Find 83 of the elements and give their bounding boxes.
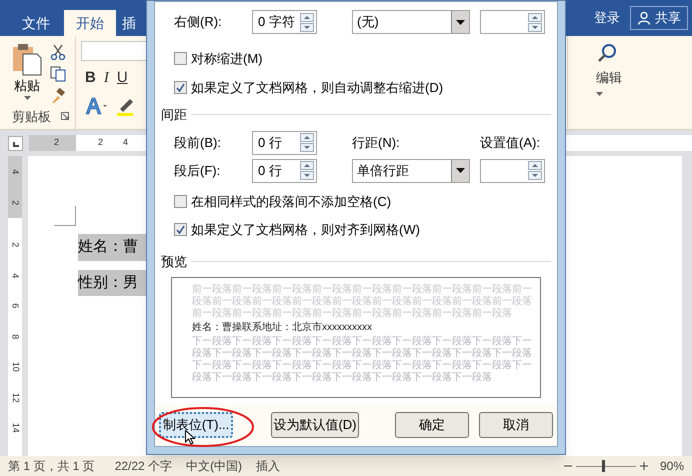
field-label: 段前(B): bbox=[174, 134, 222, 152]
language-label: 中文(中国) bbox=[186, 458, 242, 475]
preview-text: 前一段落前一段落前一段落前一段落前一段落前一段落前一段落前一段落前一段落前一段落前一段落前一段落前一段落前一段落前一段落前一段落前一段落前一段落前一段落前一段落前一段落前一段落前一段落前一段落前一段落 bbox=[192, 284, 533, 320]
ruler-number: 2 bbox=[54, 136, 59, 150]
field-label: 设置值(A): bbox=[480, 134, 540, 152]
field-label: 右侧(R): bbox=[174, 13, 223, 32]
ribbon-tab[interactable]: 开始 bbox=[64, 10, 116, 36]
format-button[interactable]: U bbox=[116, 67, 128, 90]
checkbox-label: 在相同样式的段落间不添加空格(C) bbox=[191, 192, 392, 211]
ribbon-tab[interactable]: 文件 bbox=[10, 10, 62, 36]
zoom-level[interactable]: 90% bbox=[660, 457, 684, 475]
checkbox[interactable] bbox=[174, 194, 187, 208]
dialog-button[interactable]: 确定 bbox=[394, 412, 469, 438]
caret-icon bbox=[596, 92, 603, 96]
dialog-launcher-icon[interactable] bbox=[61, 112, 69, 120]
dialog-button[interactable]: 设为默认值(D) bbox=[271, 412, 359, 438]
spin-field[interactable]: 0 行 bbox=[252, 158, 317, 182]
scissors-icon[interactable] bbox=[50, 44, 66, 60]
ruler-number: 2 bbox=[98, 136, 104, 150]
spin-up-icon[interactable] bbox=[300, 133, 314, 142]
ruler-number: 6 bbox=[10, 303, 22, 308]
checkbox-label: 如果定义了文档网格，则自动调整右缩进(D) bbox=[191, 78, 444, 97]
spin-down-icon[interactable] bbox=[300, 22, 314, 32]
search-icon[interactable] bbox=[596, 42, 618, 64]
field-label: 段后(F): bbox=[174, 162, 222, 180]
spin-up-icon[interactable] bbox=[300, 161, 314, 170]
dialog-button[interactable]: 取消 bbox=[478, 412, 553, 438]
group-label: 剪贴板 bbox=[12, 108, 51, 126]
ruler-number: 2 bbox=[10, 200, 22, 205]
format-button[interactable]: I bbox=[104, 67, 109, 90]
dialog-button[interactable]: 制表位(T)... bbox=[159, 412, 234, 438]
word-count: 22/22 个字 bbox=[114, 458, 172, 475]
checkbox[interactable] bbox=[174, 223, 187, 236]
ruler-number: 2 bbox=[10, 242, 22, 248]
spin-field[interactable]: 0 行 bbox=[252, 130, 317, 154]
caret-icon bbox=[24, 96, 30, 100]
spin-up-icon[interactable] bbox=[528, 12, 542, 22]
paste-button[interactable]: 粘贴 bbox=[12, 42, 42, 104]
spin-field[interactable]: 0 字符 bbox=[252, 10, 317, 34]
format-button[interactable]: B bbox=[85, 67, 96, 90]
dropdown[interactable]: 单倍行距 bbox=[352, 158, 470, 182]
checkbox-label: 如果定义了文档网格，则对齐到网格(W) bbox=[191, 221, 420, 239]
spin-up-icon[interactable] bbox=[300, 12, 314, 22]
dropdown[interactable]: (无) bbox=[352, 10, 470, 34]
spin-down-icon[interactable] bbox=[300, 143, 314, 152]
ruler-number: 14 bbox=[10, 422, 22, 433]
ruler-number: 10 bbox=[10, 362, 22, 372]
checkbox-label: 对称缩进(M) bbox=[191, 50, 262, 68]
ruler-number: 4 bbox=[123, 136, 128, 150]
checkbox[interactable] bbox=[174, 52, 187, 66]
spin-field[interactable] bbox=[480, 158, 545, 182]
clipboard-icon bbox=[12, 42, 42, 76]
ruler-number: 12 bbox=[10, 392, 22, 402]
checkbox[interactable] bbox=[174, 80, 187, 94]
zoom-slider-thumb[interactable] bbox=[602, 460, 605, 472]
ruler-number: 4 bbox=[10, 169, 22, 174]
section-heading: 间距 bbox=[161, 106, 187, 124]
plus-icon[interactable] bbox=[640, 462, 648, 470]
copy-icon[interactable] bbox=[50, 66, 66, 82]
page-count: 第 1 页，共 1 页 bbox=[8, 458, 95, 475]
ribbon-tab[interactable]: 插 bbox=[118, 10, 140, 36]
caret-icon bbox=[456, 20, 465, 24]
field-label: 行距(N): bbox=[352, 134, 401, 152]
spin-up-icon[interactable] bbox=[528, 161, 542, 170]
person-icon bbox=[637, 11, 651, 25]
spin-down-icon[interactable] bbox=[528, 171, 542, 180]
section-heading: 预览 bbox=[161, 252, 187, 270]
tab-selector[interactable] bbox=[8, 136, 23, 150]
text-effect-icon[interactable] bbox=[85, 96, 107, 114]
spin-down-icon[interactable] bbox=[300, 171, 314, 180]
preview-text: 姓名：曹操联系地址：北京市xxxxxxxxxx bbox=[192, 322, 373, 334]
spin-down-icon[interactable] bbox=[528, 22, 542, 32]
spin-field[interactable] bbox=[480, 10, 545, 34]
preview-text: 下一段落下一段落下一段落下一段落下一段落下一段落下一段落下一段落下一段落下一段落下一段落下一段落下一段落下一段落下一段落下一段落下一段落下一段落下一段落下一段落下一段落下一段落下一段落下一段落下一段落下一段落下一段落下一段落下一段落下一段落下一段落下一段落下一段落 bbox=[192, 336, 533, 384]
share-button[interactable]: 共享 bbox=[630, 6, 688, 30]
ruler-number: 8 bbox=[10, 334, 22, 339]
sign-in-link[interactable]: 登录 bbox=[594, 8, 620, 28]
caret-icon bbox=[456, 168, 465, 173]
corner-mark bbox=[54, 206, 76, 226]
ruler-number: 4 bbox=[10, 272, 22, 278]
brush-icon[interactable] bbox=[50, 88, 66, 104]
mode-label: 插入 bbox=[256, 458, 280, 475]
group-label[interactable]: 编辑 bbox=[596, 68, 622, 88]
